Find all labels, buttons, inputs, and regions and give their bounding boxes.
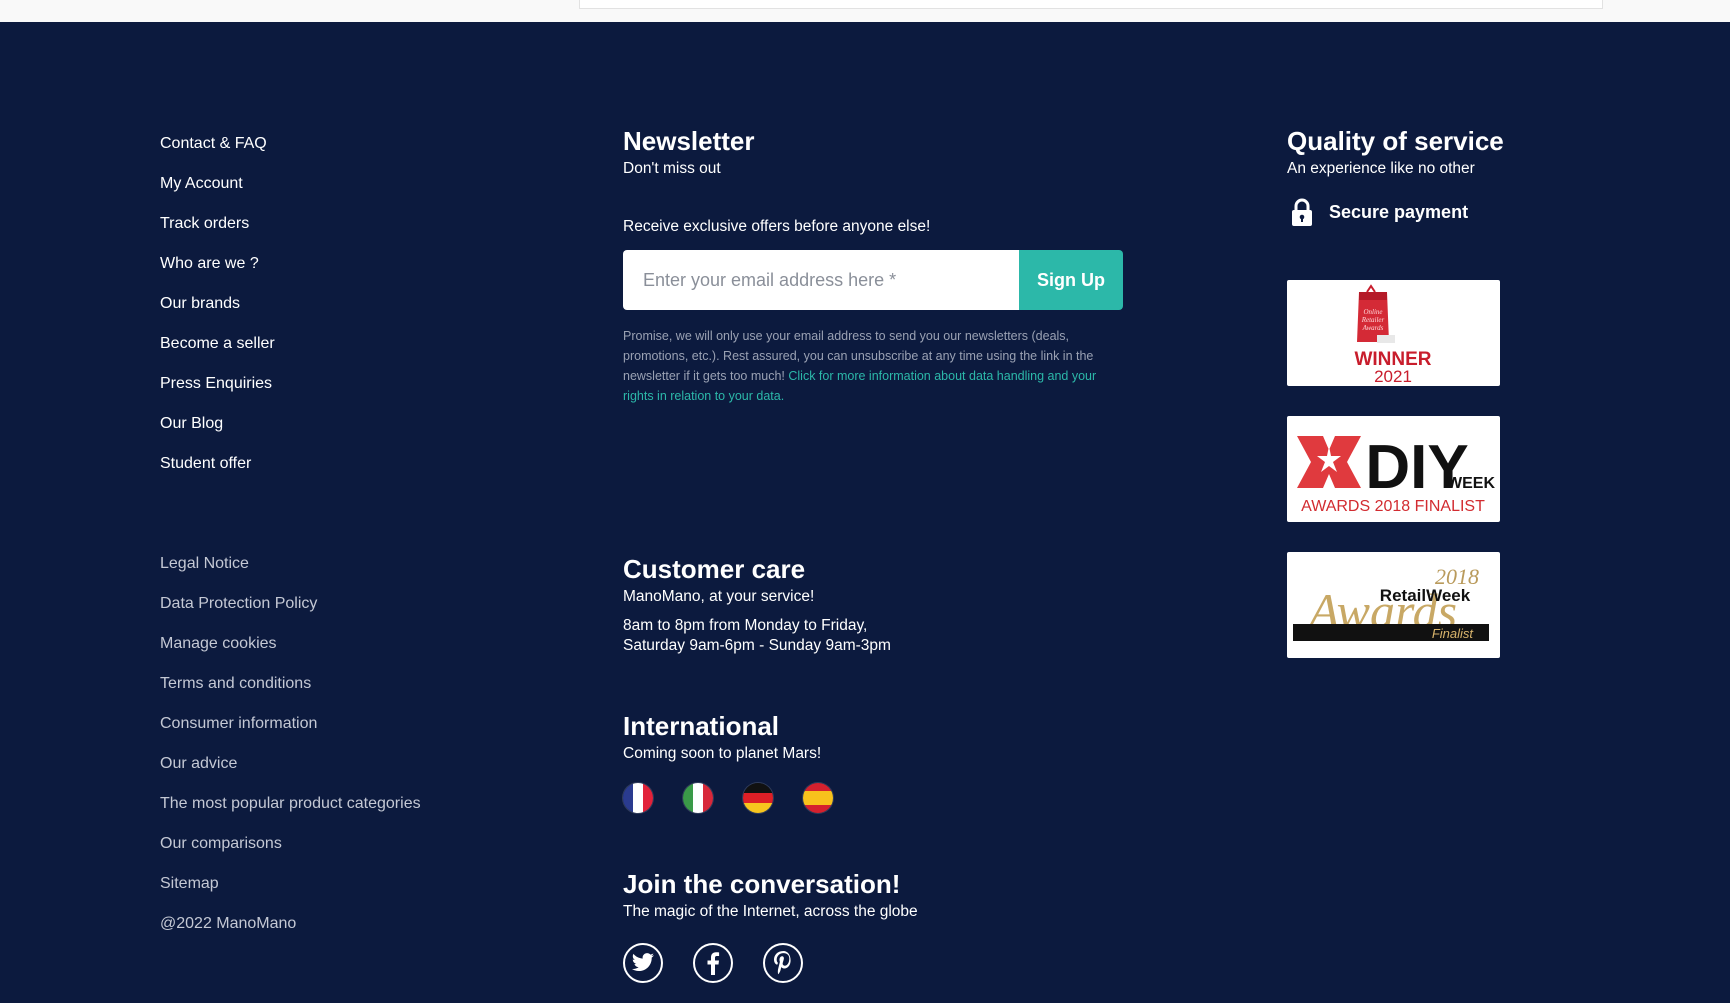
svg-text:Awards: Awards [1362,324,1384,332]
international-subtitle: Coming soon to planet Mars! [623,745,822,762]
legal-link-consumer-info[interactable]: Consumer information [160,712,520,752]
newsletter-title: Newsletter [623,126,755,156]
nav-link-my-account[interactable]: My Account [160,172,520,212]
nav-link-our-brands[interactable]: Our brands [160,292,520,332]
newsletter-cta-text: Receive exclusive offers before anyone e… [623,218,931,235]
nav-link-who-are-we[interactable]: Who are we ? [160,252,520,292]
social-subtitle: The magic of the Internet, across the gl… [623,903,918,920]
award-winner-2021-logo: Online Retailer Awards WINNER 2021 [1287,280,1500,386]
svg-text:Online: Online [1363,308,1382,316]
hours-weekend: Saturday 9am-6pm - Sunday 9am-3pm [623,637,891,654]
legal-link-our-advice[interactable]: Our advice [160,752,520,792]
nav-link-press-enquiries[interactable]: Press Enquiries [160,372,520,412]
footer-legal-nav: Legal Notice Data Protection Policy Mana… [160,552,520,952]
international-title: International [623,711,780,741]
legal-link-sitemap[interactable]: Sitemap [160,872,520,912]
newsletter-subtitle: Don't miss out [623,160,721,177]
footer-main-nav: Contact & FAQ My Account Track orders Wh… [160,132,520,492]
newsletter-form: Sign Up [623,250,1123,310]
social-section: Join the conversation! The magic of the … [623,867,1123,983]
france-flag-icon[interactable] [623,783,653,813]
nav-link-student-offer[interactable]: Student offer [160,452,520,492]
newsletter-email-input[interactable] [623,250,1019,310]
award-diy-caption: AWARDS 2018 FINALIST [1301,498,1485,515]
legal-link-terms[interactable]: Terms and conditions [160,672,520,712]
legal-link-legal-notice[interactable]: Legal Notice [160,552,520,592]
nav-link-contact-faq[interactable]: Contact & FAQ [160,132,520,172]
sign-up-button[interactable]: Sign Up [1019,250,1123,310]
award-winner-year: 2021 [1374,367,1412,386]
svg-text:Retailer: Retailer [1361,316,1385,324]
twitter-icon[interactable] [623,943,663,983]
social-links [623,943,1123,983]
top-content-box [579,0,1603,9]
secure-payment: Secure payment [1287,198,1587,226]
customer-care-subtitle: ManoMano, at your service! [623,588,815,605]
newsletter-section: Newsletter Don't miss out Receive exclus… [623,124,1123,403]
germany-flag-icon[interactable] [743,783,773,813]
quality-title: Quality of service [1287,126,1504,156]
customer-care-title: Customer care [623,554,806,584]
award-retail-tag: Finalist [1432,626,1475,641]
nav-link-become-seller[interactable]: Become a seller [160,332,520,372]
award-retail-brand: RetailWeek [1380,586,1471,605]
hours-weekdays: 8am to 8pm from Monday to Friday, [623,617,868,634]
secure-payment-label: Secure payment [1329,201,1469,222]
country-flags [623,783,1123,813]
legal-link-manage-cookies[interactable]: Manage cookies [160,632,520,672]
facebook-icon[interactable] [693,943,733,983]
customer-care-section: Customer care ManoMano, at your service!… [623,552,1123,656]
legal-link-popular-categories[interactable]: The most popular product categories [160,792,520,832]
quality-subtitle: An experience like no other [1287,160,1475,177]
legal-link-data-protection[interactable]: Data Protection Policy [160,592,520,632]
italy-flag-icon[interactable] [683,783,713,813]
lock-icon [1292,198,1312,226]
award-retail-week-logo: 2018 Awards RetailWeek Finalist [1287,552,1500,658]
spain-flag-icon[interactable] [803,783,833,813]
footer-quality-column: Quality of service An experience like no… [1287,124,1587,658]
site-footer: Contact & FAQ My Account Track orders Wh… [0,22,1730,1003]
top-page-area [0,0,1730,22]
copyright-text: @2022 ManoMano [160,915,297,932]
nav-link-track-orders[interactable]: Track orders [160,212,520,252]
customer-care-hours: 8am to 8pm from Monday to Friday, Saturd… [623,616,1123,656]
pinterest-icon[interactable] [763,943,803,983]
award-diy-week-logo: DIY WEEK AWARDS 2018 FINALIST [1287,416,1500,522]
international-section: International Coming soon to planet Mars… [623,709,1123,813]
social-title: Join the conversation! [623,869,901,899]
award-diy-week-text: WEEK [1447,475,1495,492]
nav-link-our-blog[interactable]: Our Blog [160,412,520,452]
footer-center-column: Newsletter Don't miss out Receive exclus… [623,124,1123,983]
legal-link-comparisons[interactable]: Our comparisons [160,832,520,872]
newsletter-promise: Promise, we will only use your email add… [623,326,1123,406]
